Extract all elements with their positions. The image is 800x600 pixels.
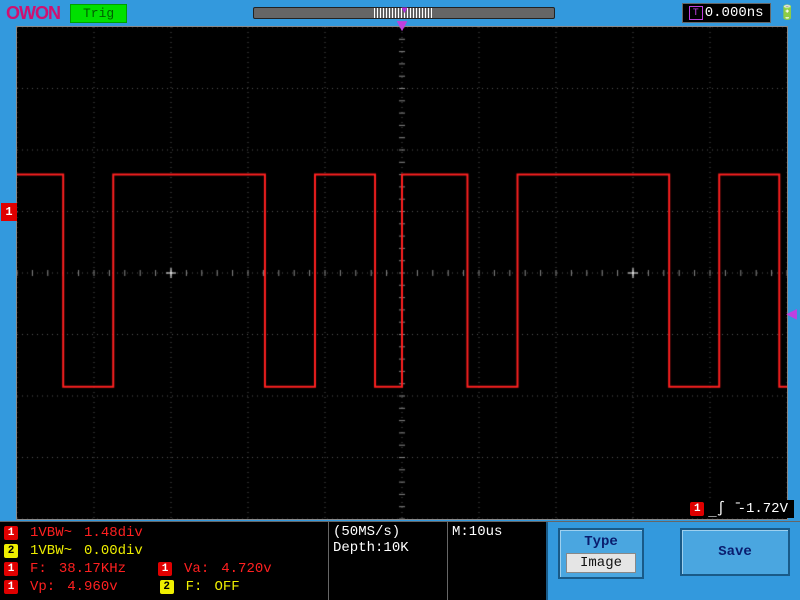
trigger-readout: 1 _∫ ̄ -1.72V	[684, 500, 794, 518]
trigger-level-value: -1.72V	[738, 501, 788, 517]
ch1-va-badge-icon: 1	[158, 562, 172, 576]
measurement-readouts: 1 1VBW~ 1.48div 2 1VBW~ 0.00div 1 F: 38.…	[0, 522, 328, 600]
waveform-canvas	[17, 27, 787, 519]
ch1-coupling: 1VBW~	[30, 524, 72, 542]
main-timebase: M:10us	[448, 522, 546, 600]
ch2-scale: 0.00div	[84, 542, 143, 560]
scope-display: ▼ 1 ◀	[16, 26, 788, 520]
acquisition-status: Trig	[70, 4, 127, 23]
trigger-position-top-icon: ▼	[401, 6, 407, 17]
trig-ch-badge-icon: 1	[690, 502, 704, 516]
softkey-save-label: Save	[718, 544, 752, 560]
ch2-f-badge-icon: 2	[160, 580, 174, 594]
vp-value: 4.960v	[67, 578, 117, 596]
channel-1-ground-marker: 1	[1, 203, 17, 221]
freq-value: 38.17KHz	[59, 560, 126, 578]
depth-value: 10K	[383, 540, 408, 556]
softkey-panel: 1 _∫ ̄ -1.72V Type Image Save	[546, 522, 800, 600]
bottom-bar: 1 1VBW~ 1.48div 2 1VBW~ 0.00div 1 F: 38.…	[0, 521, 800, 600]
trigger-t-icon: T	[689, 6, 703, 20]
trigger-position-marker-icon: ▼	[397, 22, 408, 32]
softkey-type-label: Type	[584, 534, 618, 550]
sample-rate: (50MS/s)	[333, 524, 443, 540]
trigger-level-marker-icon: ◀	[786, 310, 797, 320]
freq-label: F:	[30, 560, 47, 578]
softkey-save[interactable]: Save	[680, 528, 790, 576]
timebase-readout: (50MS/s) Depth:10K	[328, 522, 448, 600]
softkey-type[interactable]: Type Image	[558, 528, 644, 579]
ch1-scale: 1.48div	[84, 524, 143, 542]
ch2-coupling: 1VBW~	[30, 542, 72, 560]
ch2-badge-icon: 2	[4, 544, 18, 558]
trigger-edge-icon: _∫ ̄	[708, 501, 733, 517]
va-label: Va:	[184, 560, 209, 578]
f2-label: F:	[186, 578, 203, 596]
trigger-time-readout: T 0.000ns	[682, 3, 771, 23]
softkey-type-option: Image	[566, 553, 636, 573]
trigger-time-value: 0.000ns	[705, 5, 764, 21]
channel-1-label: 1	[5, 205, 12, 219]
main-timebase-value: M:10us	[452, 524, 502, 540]
ch1-freq-badge-icon: 1	[4, 562, 18, 576]
battery-icon: 🔋	[779, 5, 796, 22]
f2-value: OFF	[214, 578, 239, 596]
ch1-vp-badge-icon: 1	[4, 580, 18, 594]
depth-label: Depth:	[333, 540, 383, 556]
ch1-badge-icon: 1	[4, 526, 18, 540]
va-value: 4.720v	[221, 560, 271, 578]
vp-label: Vp:	[30, 578, 55, 596]
brand-logo: OWON	[4, 3, 62, 24]
